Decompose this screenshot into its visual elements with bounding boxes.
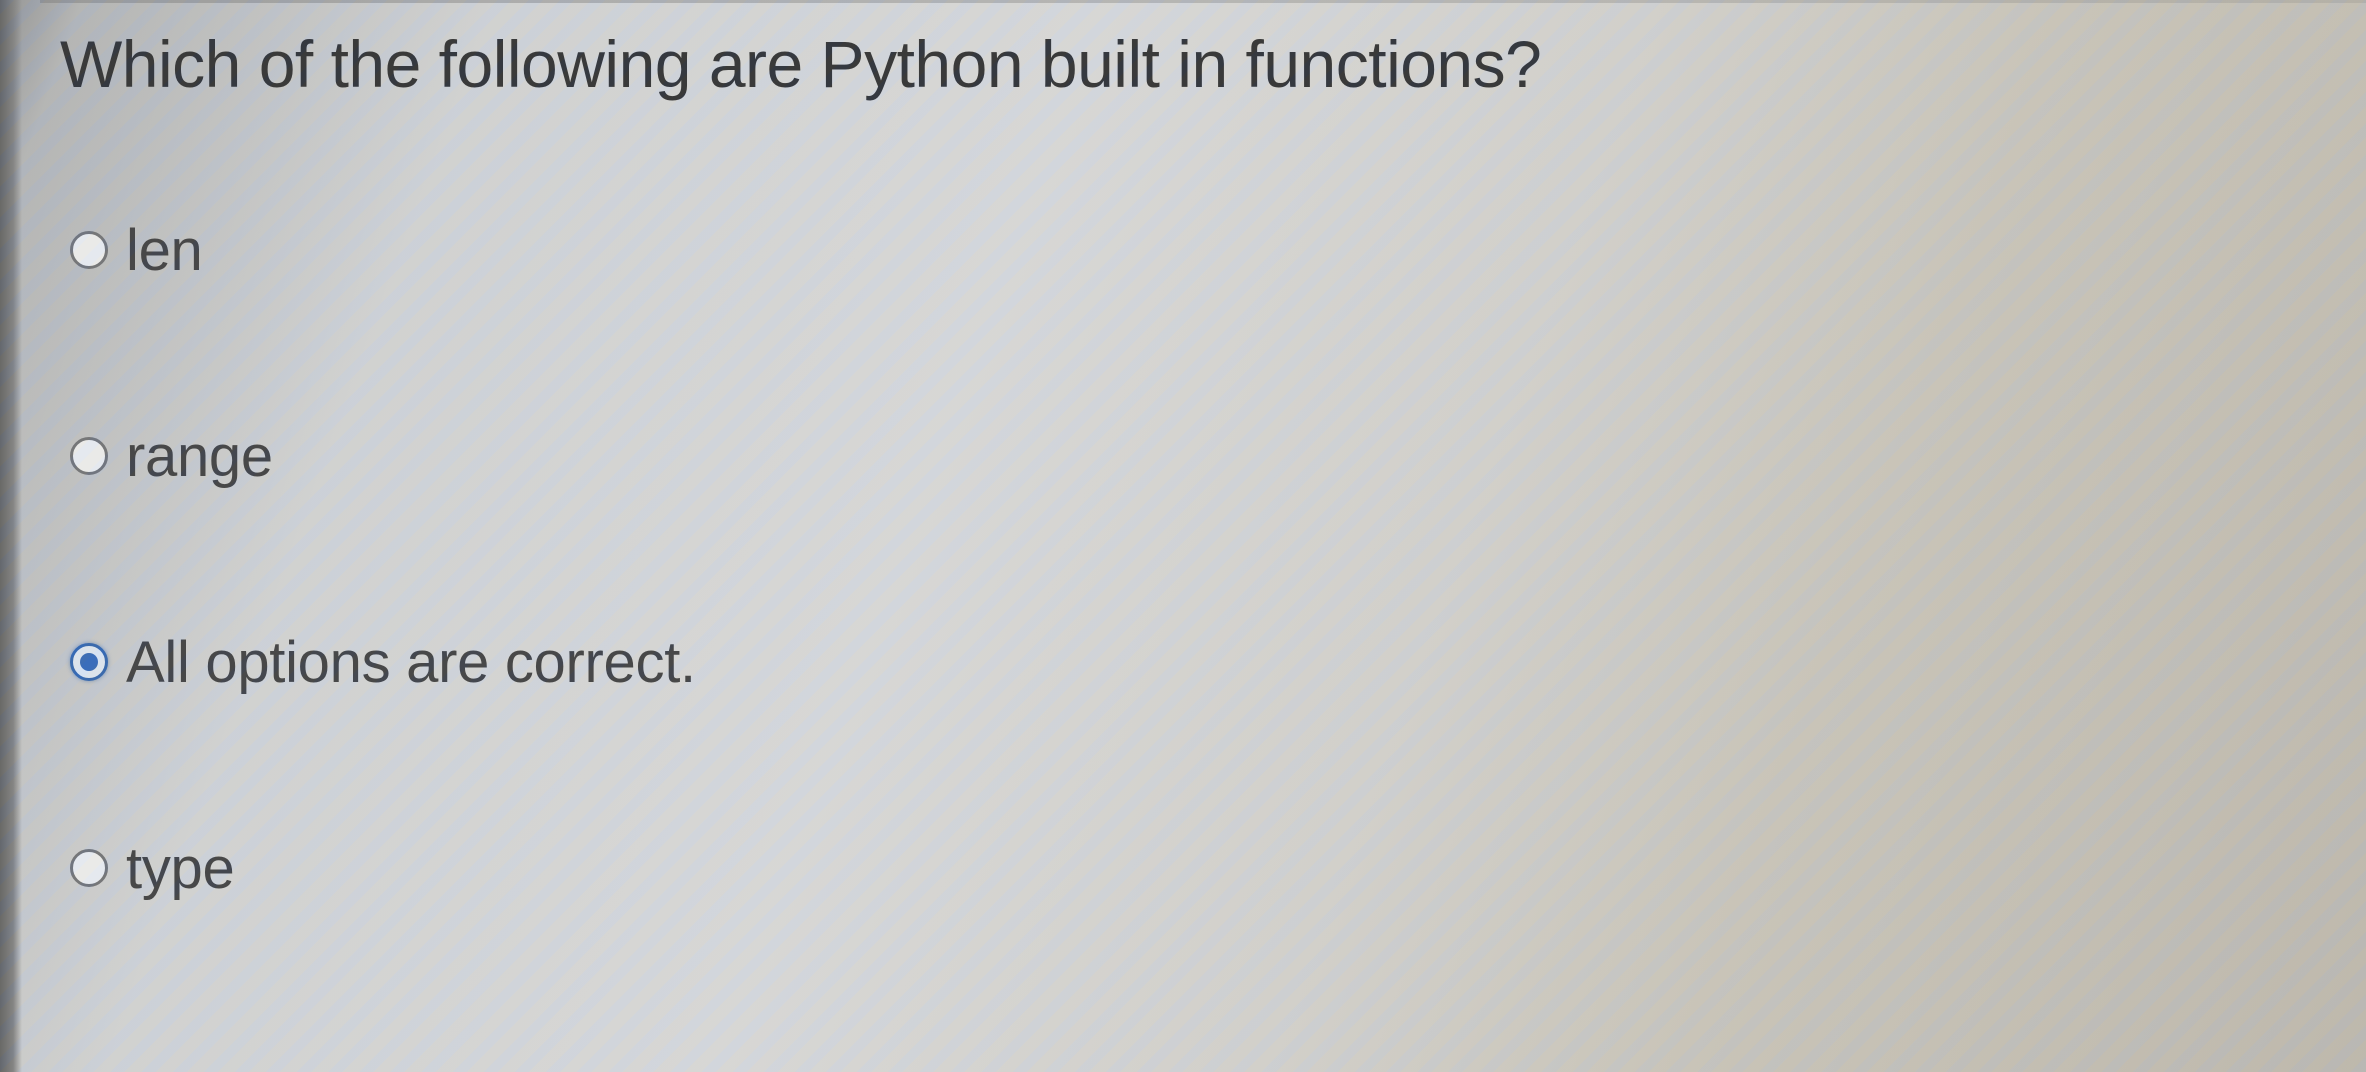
- radio-button-len[interactable]: [70, 231, 108, 269]
- option-label-len: len: [126, 217, 203, 283]
- option-type[interactable]: type: [70, 828, 696, 908]
- option-label-type: type: [126, 835, 235, 901]
- radio-button-range[interactable]: [70, 437, 108, 475]
- radio-button-all-correct[interactable]: [70, 643, 108, 681]
- question-text: Which of the following are Python built …: [60, 27, 1542, 101]
- radio-button-type[interactable]: [70, 849, 108, 887]
- option-label-all-correct: All options are correct.: [126, 629, 696, 695]
- option-len[interactable]: len: [70, 210, 696, 290]
- radio-selected-dot: [80, 653, 98, 671]
- option-label-range: range: [126, 423, 273, 489]
- top-divider: [40, 0, 2366, 3]
- question-block: Which of the following are Python built …: [60, 18, 2260, 110]
- option-range[interactable]: range: [70, 416, 696, 496]
- monitor-bezel-edge: [0, 0, 22, 1072]
- answer-options: len range All options are correct. type: [70, 210, 696, 1034]
- option-all-correct[interactable]: All options are correct.: [70, 622, 696, 702]
- quiz-screen: Which of the following are Python built …: [0, 0, 2366, 1072]
